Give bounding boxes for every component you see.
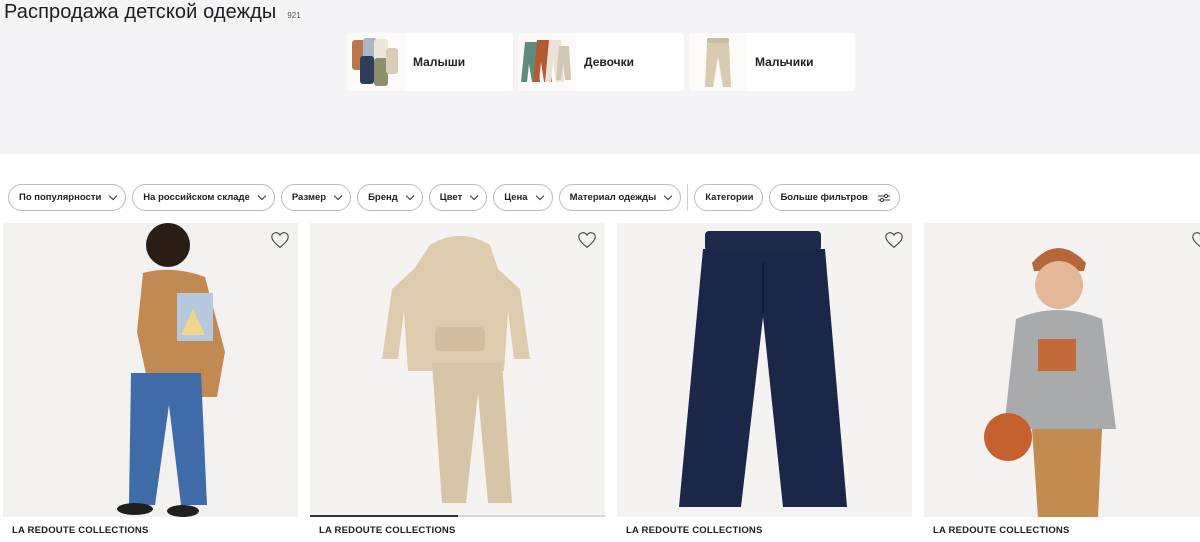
- chip-label: Категории: [705, 192, 754, 203]
- chevron-down-icon: [469, 191, 479, 200]
- chevron-down-icon: [405, 191, 414, 200]
- page-title: Распродажа детской одежды: [4, 1, 277, 23]
- chip-label: Цвет: [439, 192, 463, 203]
- chevron-down-icon: [257, 191, 267, 200]
- filter-categories[interactable]: Категории: [694, 184, 764, 211]
- category-label: Мальчики: [755, 55, 814, 69]
- sort-dropdown[interactable]: По популярности: [8, 184, 127, 211]
- chip-label: Цена: [504, 192, 528, 203]
- category-tiles: Малыши Девочки Мальчики: [347, 33, 855, 91]
- product-card[interactable]: LA REDOUTE COLLECTIONS: [924, 223, 1200, 536]
- category-tile-girls[interactable]: Девочки: [518, 33, 684, 91]
- filter-divider: [687, 184, 689, 211]
- product-image[interactable]: [3, 223, 298, 517]
- more-filters-button[interactable]: Больше фильтров: [769, 184, 900, 211]
- product-grid: LA REDOUTE COLLECTIONS LA REDOUTE COLLEC…: [3, 223, 1200, 536]
- filter-brand[interactable]: Бренд: [357, 184, 423, 211]
- filter-bar: По популярности На российском складе Раз…: [8, 184, 906, 211]
- chip-label: Размер: [291, 192, 327, 203]
- category-header: Распродажа детской одежды 921 Малыши Дев…: [0, 0, 1200, 154]
- boys-trousers-image: [689, 33, 747, 91]
- filter-russian-warehouse[interactable]: На российском складе: [132, 184, 275, 211]
- boy-brown-sweatshirt-jeans-image: [3, 223, 298, 517]
- product-image[interactable]: [310, 223, 605, 517]
- product-brand: LA REDOUTE COLLECTIONS: [626, 525, 763, 536]
- chip-label: По популярности: [19, 192, 102, 203]
- filter-color[interactable]: Цвет: [428, 184, 488, 211]
- product-card[interactable]: LA REDOUTE COLLECTIONS: [310, 223, 605, 536]
- chip-label: Материал одежды: [569, 192, 657, 203]
- girls-clothes-image: [518, 33, 576, 91]
- filter-price[interactable]: Цена: [493, 184, 553, 211]
- heart-icon[interactable]: [270, 231, 290, 249]
- product-brand: LA REDOUTE COLLECTIONS: [319, 525, 456, 536]
- heart-icon[interactable]: [1191, 231, 1200, 249]
- chip-label: Больше фильтров: [780, 192, 868, 203]
- navy-corduroy-trousers-image: [617, 223, 912, 517]
- heart-icon[interactable]: [577, 231, 597, 249]
- filter-material[interactable]: Материал одежды: [558, 184, 682, 211]
- sliders-icon: [877, 193, 890, 202]
- image-gallery-progress-fill: [310, 515, 458, 517]
- chip-label: На российском складе: [143, 192, 250, 203]
- boy-grey-sweatshirt-basketball-image: [924, 223, 1200, 517]
- category-tile-babies[interactable]: Малыши: [347, 33, 513, 91]
- product-card[interactable]: LA REDOUTE COLLECTIONS: [3, 223, 298, 536]
- chevron-down-icon: [535, 191, 544, 200]
- chevron-down-icon: [109, 191, 118, 200]
- product-image[interactable]: [617, 223, 912, 517]
- category-label: Малыши: [413, 55, 466, 69]
- chip-label: Бренд: [368, 192, 398, 203]
- title-row: Распродажа детской одежды 921: [4, 0, 301, 24]
- product-brand: LA REDOUTE COLLECTIONS: [12, 525, 149, 536]
- product-brand: LA REDOUTE COLLECTIONS: [933, 525, 1070, 536]
- baby-bodysuits-image: [347, 33, 405, 91]
- category-tile-boys[interactable]: Мальчики: [689, 33, 855, 91]
- chevron-down-icon: [333, 191, 343, 200]
- product-image[interactable]: [924, 223, 1200, 517]
- chevron-down-icon: [663, 191, 673, 200]
- image-gallery-progress: [310, 515, 605, 517]
- product-card[interactable]: LA REDOUTE COLLECTIONS: [617, 223, 912, 536]
- filter-size[interactable]: Размер: [280, 184, 352, 211]
- category-label: Девочки: [584, 55, 634, 69]
- beige-hoodie-joggers-set-image: [310, 223, 605, 517]
- heart-icon[interactable]: [884, 231, 904, 249]
- result-count: 921: [287, 11, 301, 20]
